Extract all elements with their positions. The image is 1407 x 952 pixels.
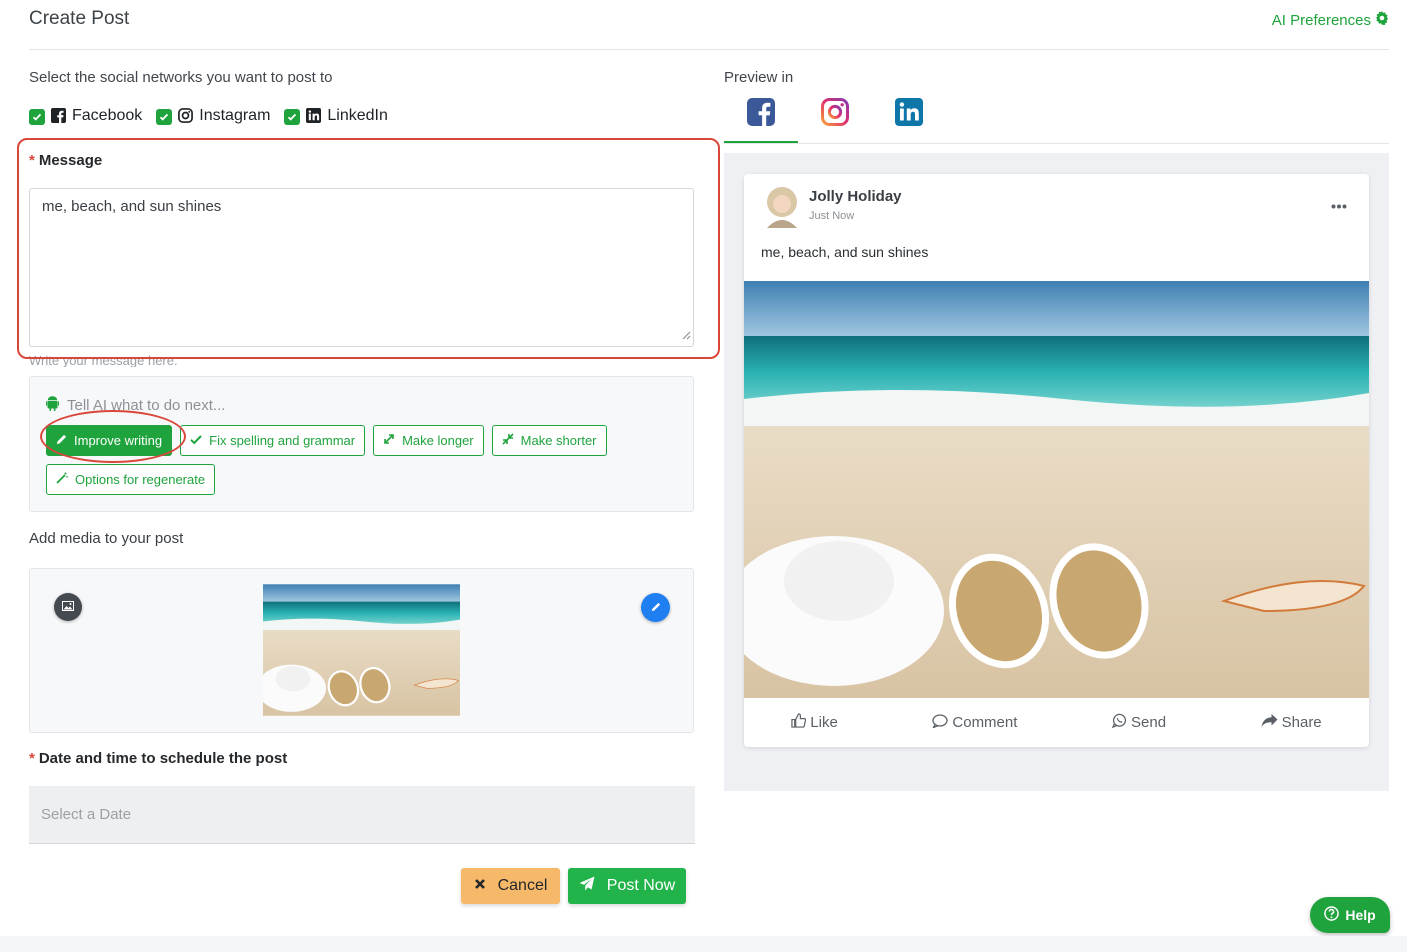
linkedin-checkbox[interactable] (284, 109, 301, 125)
close-icon (474, 877, 486, 895)
instagram-icon (821, 98, 849, 144)
network-selector: Facebook Instagram LinkedIn (29, 106, 388, 125)
post-now-label: Post Now (606, 877, 676, 894)
post-image (744, 281, 1369, 698)
share-label: Share (1281, 714, 1322, 731)
pencil-icon (651, 599, 661, 617)
whatsapp-icon (1111, 713, 1127, 732)
cancel-button[interactable]: Cancel (461, 868, 560, 904)
comment-button[interactable]: Comment (932, 713, 1018, 732)
ai-preferences-label: AI Preferences (1271, 11, 1371, 29)
android-icon (45, 396, 60, 415)
post-text: me, beach, and sun shines (761, 244, 929, 260)
preview-label: Preview in (724, 69, 794, 86)
paper-plane-icon (579, 876, 595, 896)
make-longer-button[interactable]: Make longer (373, 425, 484, 456)
tab-instagram-preview[interactable] (798, 98, 872, 144)
share-icon (1261, 713, 1278, 732)
facebook-icon (747, 98, 775, 141)
beach-photo-thumbnail (263, 584, 460, 716)
network-instagram[interactable]: Instagram (156, 106, 270, 125)
facebook-checkbox[interactable] (29, 109, 45, 125)
question-circle-icon (1324, 906, 1340, 924)
fix-spelling-button[interactable]: Fix spelling and grammar (180, 425, 366, 456)
post-now-button[interactable]: Post Now (568, 868, 686, 904)
help-label: Help (1345, 907, 1376, 923)
fix-spelling-label: Fix spelling and grammar (209, 433, 356, 448)
post-time: Just Now (809, 210, 855, 222)
instagram-label: Instagram (199, 106, 271, 124)
linkedin-icon (306, 108, 322, 123)
send-button[interactable]: Send (1111, 713, 1167, 732)
linkedin-label: LinkedIn (327, 106, 388, 124)
date-picker-input[interactable]: Select a Date (29, 786, 695, 844)
make-shorter-button[interactable]: Make shorter (491, 425, 607, 456)
media-thumbnail[interactable] (263, 584, 460, 716)
tab-facebook-preview[interactable] (724, 98, 798, 144)
gear-icon (1375, 11, 1389, 29)
media-label: Add media to your post (29, 530, 184, 547)
avatar (762, 184, 802, 228)
schedule-label: * Date and time to schedule the post (29, 750, 288, 767)
comment-icon (932, 713, 949, 732)
post-actions: Like Comment Send Share (744, 698, 1369, 747)
more-options-icon[interactable] (1331, 196, 1347, 214)
tab-linkedin-preview[interactable] (872, 98, 946, 144)
network-facebook[interactable]: Facebook (29, 106, 142, 125)
thumbs-up-icon (791, 713, 807, 732)
page-title: Create Post (29, 8, 130, 29)
like-label: Like (810, 714, 838, 731)
footer-bar (0, 936, 1407, 952)
facebook-label: Facebook (72, 106, 143, 124)
help-button[interactable]: Help (1310, 897, 1390, 933)
ai-preferences-link[interactable]: AI Preferences (1272, 11, 1389, 29)
facebook-icon (51, 108, 66, 123)
comment-label: Comment (952, 714, 1018, 731)
networks-label: Select the social networks you want to p… (29, 69, 333, 86)
improve-writing-highlight (40, 410, 186, 463)
instagram-checkbox[interactable] (156, 109, 173, 125)
instagram-icon (178, 108, 194, 123)
make-shorter-label: Make shorter (520, 433, 597, 448)
message-highlight-box (17, 138, 720, 359)
compress-icon (502, 433, 514, 448)
image-icon (62, 598, 74, 616)
beach-photo (744, 281, 1369, 698)
make-longer-label: Make longer (402, 433, 474, 448)
cancel-label: Cancel (497, 877, 548, 894)
edit-media-button[interactable] (641, 593, 670, 622)
required-asterisk: * (29, 750, 35, 767)
share-button[interactable]: Share (1261, 713, 1322, 732)
linkedin-icon (895, 98, 923, 144)
like-button[interactable]: Like (791, 713, 838, 732)
expand-icon (383, 433, 395, 448)
post-author: Jolly Holiday (809, 188, 902, 205)
regenerate-options-button[interactable]: Options for regenerate (46, 464, 216, 495)
preview-area: Jolly Holiday Just Now me, beach, and su… (724, 153, 1389, 791)
send-label: Send (1131, 714, 1167, 731)
check-icon (190, 433, 202, 448)
magic-wand-icon (56, 472, 68, 487)
add-image-button[interactable] (54, 593, 82, 621)
preview-tabs-divider (724, 143, 1389, 144)
header-divider (29, 49, 1389, 50)
facebook-post-preview: Jolly Holiday Just Now me, beach, and su… (744, 174, 1369, 747)
regenerate-options-label: Options for regenerate (75, 472, 206, 487)
network-linkedin[interactable]: LinkedIn (284, 106, 388, 125)
media-panel (29, 568, 694, 733)
